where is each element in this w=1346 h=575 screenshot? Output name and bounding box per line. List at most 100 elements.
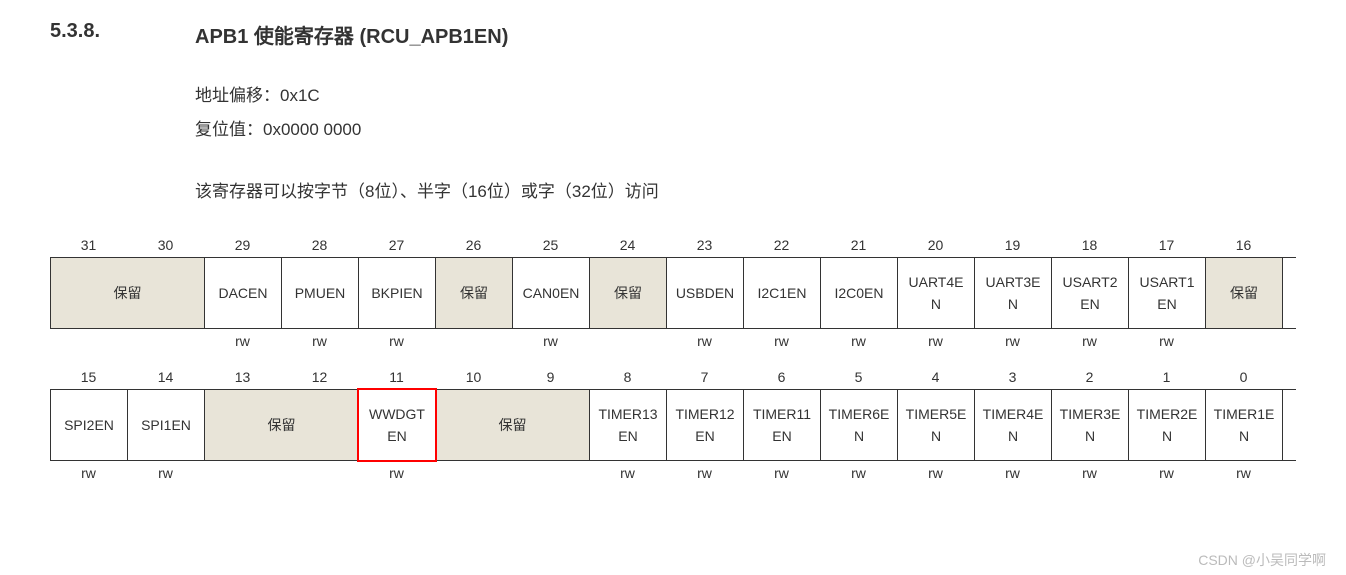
bit-number: 19 xyxy=(974,237,1051,253)
field-timer1en: TIMER1EN xyxy=(1206,390,1283,460)
field-timer13en: TIMER13EN xyxy=(590,390,667,460)
field-uart4en: UART4EN xyxy=(898,258,975,328)
field-reserved: 保留 xyxy=(51,258,205,328)
bit-number: 25 xyxy=(512,237,589,253)
access-row-low: rwrwrwrwrwrwrwrwrwrwrwrw xyxy=(50,465,1296,481)
reset-value-value: 0x0000 0000 xyxy=(263,120,361,139)
field-reserved: 保留 xyxy=(1206,258,1283,328)
register-row-low: 1514131211109876543210SPI2ENSPI1EN保留WWDG… xyxy=(50,369,1296,481)
access-cell: rw xyxy=(281,333,358,349)
bit-number: 29 xyxy=(204,237,281,253)
watermark: CSDN @小吴同学啊 xyxy=(1198,550,1326,570)
field-timer2en: TIMER2EN xyxy=(1129,390,1206,460)
access-cell xyxy=(589,333,666,349)
bit-number: 5 xyxy=(820,369,897,385)
address-offset-label: 地址偏移： xyxy=(195,86,280,105)
access-cell: rw xyxy=(974,465,1051,481)
access-cell xyxy=(435,333,512,349)
field-timer3en: TIMER3EN xyxy=(1052,390,1129,460)
field-usart2en: USART2EN xyxy=(1052,258,1129,328)
bit-number: 9 xyxy=(512,369,589,385)
bit-number: 13 xyxy=(204,369,281,385)
bit-number: 16 xyxy=(1205,237,1282,253)
bit-number: 0 xyxy=(1205,369,1282,385)
section-header: 5.3.8. APB1 使能寄存器 (RCU_APB1EN) xyxy=(50,20,1296,49)
bit-number: 8 xyxy=(589,369,666,385)
field-uart3en: UART3EN xyxy=(975,258,1052,328)
access-cell xyxy=(50,333,204,349)
field-timer4en: TIMER4EN xyxy=(975,390,1052,460)
bit-number: 22 xyxy=(743,237,820,253)
bit-number: 12 xyxy=(281,369,358,385)
bit-number: 3 xyxy=(974,369,1051,385)
access-cell: rw xyxy=(666,333,743,349)
bit-number: 4 xyxy=(897,369,974,385)
access-cell: rw xyxy=(666,465,743,481)
section-title: APB1 使能寄存器 (RCU_APB1EN) xyxy=(195,20,508,49)
field-timer12en: TIMER12EN xyxy=(667,390,744,460)
reset-value-line: 复位值：0x0000 0000 xyxy=(195,113,1296,147)
access-cell: rw xyxy=(50,465,127,481)
access-cell: rw xyxy=(1205,465,1282,481)
bit-number: 26 xyxy=(435,237,512,253)
description: 该寄存器可以按字节（8位）、半字（16位）或字（32位）访问 xyxy=(195,177,1296,202)
bit-number: 23 xyxy=(666,237,743,253)
field-pmuen: PMUEN xyxy=(282,258,359,328)
bit-fields-high: 保留DACENPMUENBKPIEN保留CAN0EN保留USBDENI2C1EN… xyxy=(50,257,1296,329)
access-cell xyxy=(204,465,358,481)
access-cell: rw xyxy=(1051,333,1128,349)
bit-number: 2 xyxy=(1051,369,1128,385)
field-bkpien: BKPIEN xyxy=(359,258,436,328)
bit-number: 18 xyxy=(1051,237,1128,253)
field-spi2en: SPI2EN xyxy=(51,390,128,460)
access-cell: rw xyxy=(1128,465,1205,481)
field-can0en: CAN0EN xyxy=(513,258,590,328)
field-timer11en: TIMER11EN xyxy=(744,390,821,460)
field-timer6en: TIMER6EN xyxy=(821,390,898,460)
field-i2c1en: I2C1EN xyxy=(744,258,821,328)
access-cell: rw xyxy=(820,465,897,481)
bit-fields-low: SPI2ENSPI1EN保留WWDGTEN保留TIMER13ENTIMER12E… xyxy=(50,389,1296,461)
access-cell: rw xyxy=(743,333,820,349)
field-reserved: 保留 xyxy=(205,390,359,460)
bit-number: 1 xyxy=(1128,369,1205,385)
access-cell: rw xyxy=(1128,333,1205,349)
bit-number: 17 xyxy=(1128,237,1205,253)
field-i2c0en: I2C0EN xyxy=(821,258,898,328)
bit-number: 6 xyxy=(743,369,820,385)
address-offset-value: 0x1C xyxy=(280,86,320,105)
bit-number: 10 xyxy=(435,369,512,385)
bit-numbers-high: 31302928272625242322212019181716 xyxy=(50,237,1296,253)
access-cell: rw xyxy=(358,465,435,481)
access-cell: rw xyxy=(512,333,589,349)
bit-number: 27 xyxy=(358,237,435,253)
address-offset-line: 地址偏移：0x1C xyxy=(195,79,1296,113)
access-cell xyxy=(435,465,589,481)
bit-number: 21 xyxy=(820,237,897,253)
field-usart1en: USART1EN xyxy=(1129,258,1206,328)
field-spi1en: SPI1EN xyxy=(128,390,205,460)
field-dacen: DACEN xyxy=(205,258,282,328)
bit-number: 11 xyxy=(358,369,435,385)
field-reserved: 保留 xyxy=(436,258,513,328)
access-cell: rw xyxy=(820,333,897,349)
bit-number: 7 xyxy=(666,369,743,385)
bit-number: 14 xyxy=(127,369,204,385)
field-timer5en: TIMER5EN xyxy=(898,390,975,460)
section-number: 5.3.8. xyxy=(50,20,195,49)
bit-number: 31 xyxy=(50,237,127,253)
access-cell: rw xyxy=(204,333,281,349)
access-row-high: rwrwrwrwrwrwrwrwrwrwrw xyxy=(50,333,1296,349)
bit-number: 28 xyxy=(281,237,358,253)
access-cell: rw xyxy=(1051,465,1128,481)
access-cell: rw xyxy=(743,465,820,481)
bit-number: 20 xyxy=(897,237,974,253)
access-cell: rw xyxy=(358,333,435,349)
access-cell: rw xyxy=(974,333,1051,349)
field-usbden: USBDEN xyxy=(667,258,744,328)
access-cell: rw xyxy=(127,465,204,481)
access-cell xyxy=(1205,333,1282,349)
field-wwdgten: WWDGTEN xyxy=(359,390,436,460)
register-row-high: 31302928272625242322212019181716保留DACENP… xyxy=(50,237,1296,349)
bit-numbers-low: 1514131211109876543210 xyxy=(50,369,1296,385)
